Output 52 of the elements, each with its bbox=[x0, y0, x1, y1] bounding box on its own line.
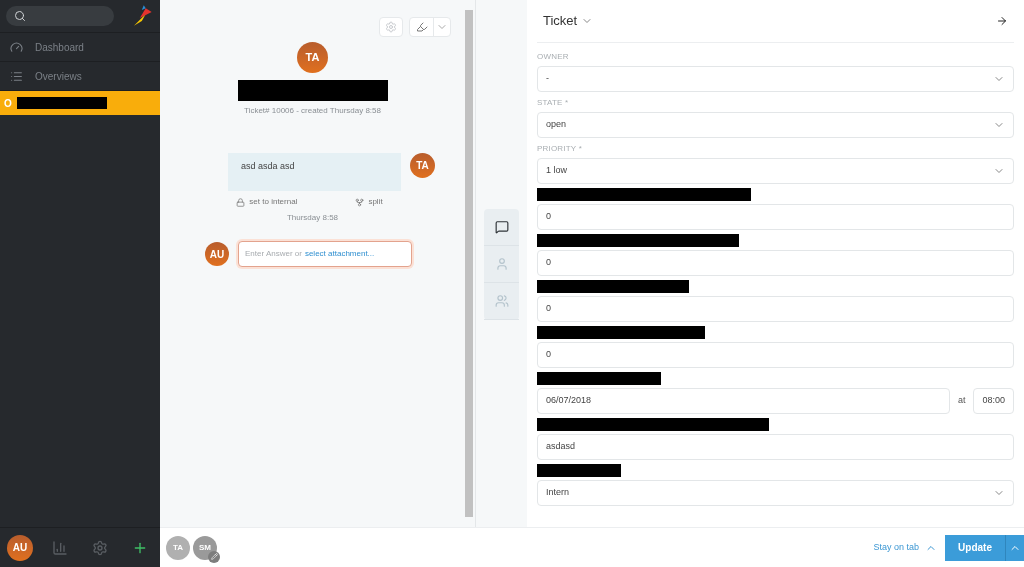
input-field[interactable]: 0 bbox=[537, 204, 1014, 230]
person-icon bbox=[494, 257, 509, 271]
update-menu-button[interactable] bbox=[1005, 534, 1024, 561]
people-icon bbox=[494, 294, 509, 308]
field-label: PRIORITY * bbox=[537, 142, 582, 155]
update-button[interactable]: Update bbox=[945, 534, 1005, 561]
bar-chart-icon[interactable] bbox=[52, 539, 68, 556]
nav-label: Overviews bbox=[35, 69, 82, 84]
list-icon bbox=[10, 69, 23, 83]
avatar[interactable]: TA bbox=[297, 42, 328, 73]
article-action[interactable]: split bbox=[355, 196, 383, 208]
search-icon bbox=[14, 10, 26, 22]
field-label: OWNER bbox=[537, 50, 569, 63]
viewer-avatar[interactable]: SM bbox=[193, 535, 217, 560]
select-field[interactable]: open bbox=[537, 112, 1014, 138]
select-field[interactable]: - bbox=[537, 66, 1014, 92]
select-field[interactable]: Intern bbox=[537, 480, 1014, 506]
panel-title[interactable]: Ticket bbox=[543, 11, 594, 31]
highlighter-icon bbox=[415, 21, 428, 33]
reply-field[interactable]: Enter Answer or select attachment... bbox=[238, 241, 412, 267]
date-field[interactable]: 06/07/2018 bbox=[537, 388, 950, 414]
gauge-icon bbox=[10, 40, 23, 54]
article-action[interactable]: set to internal bbox=[236, 196, 298, 208]
ticket-marker: O bbox=[4, 96, 12, 111]
avatar[interactable]: AU bbox=[7, 534, 33, 561]
time-field[interactable]: 08:00 bbox=[973, 388, 1014, 414]
avatar[interactable]: AU bbox=[205, 242, 229, 266]
select-attachment-link[interactable]: select attachment... bbox=[304, 248, 375, 260]
chat-icon bbox=[494, 220, 509, 234]
article-time: Thursday 8:58 bbox=[286, 212, 339, 224]
select-field[interactable]: 1 low bbox=[537, 158, 1014, 184]
arrow-right-icon[interactable] bbox=[996, 15, 1008, 27]
reply-placeholder: Enter Answer or bbox=[245, 248, 302, 260]
message-bubble: asd asda asd bbox=[228, 153, 401, 191]
input-field[interactable]: 0 bbox=[537, 250, 1014, 276]
input-field[interactable]: 0 bbox=[537, 296, 1014, 322]
input-field[interactable]: 0 bbox=[537, 342, 1014, 368]
settings-icon bbox=[385, 21, 397, 33]
nav-label: Dashboard bbox=[35, 40, 84, 55]
fork-icon bbox=[355, 197, 365, 207]
settings-button[interactable] bbox=[379, 17, 403, 37]
search-field[interactable] bbox=[6, 6, 115, 26]
highlighter-button[interactable] bbox=[409, 17, 451, 37]
scrollbar[interactable] bbox=[465, 10, 473, 517]
avatar[interactable]: TA bbox=[410, 153, 435, 178]
field-label: STATE * bbox=[537, 96, 569, 109]
at-label: at bbox=[957, 394, 966, 408]
lock-icon bbox=[236, 197, 246, 207]
ticket-meta: Ticket# 10006 - created Thursday 8:58 bbox=[244, 105, 381, 117]
settings-icon[interactable] bbox=[92, 539, 108, 556]
input-field[interactable]: asdasd bbox=[537, 434, 1014, 460]
stay-on-tab-link[interactable]: Stay on tab bbox=[873, 540, 937, 555]
